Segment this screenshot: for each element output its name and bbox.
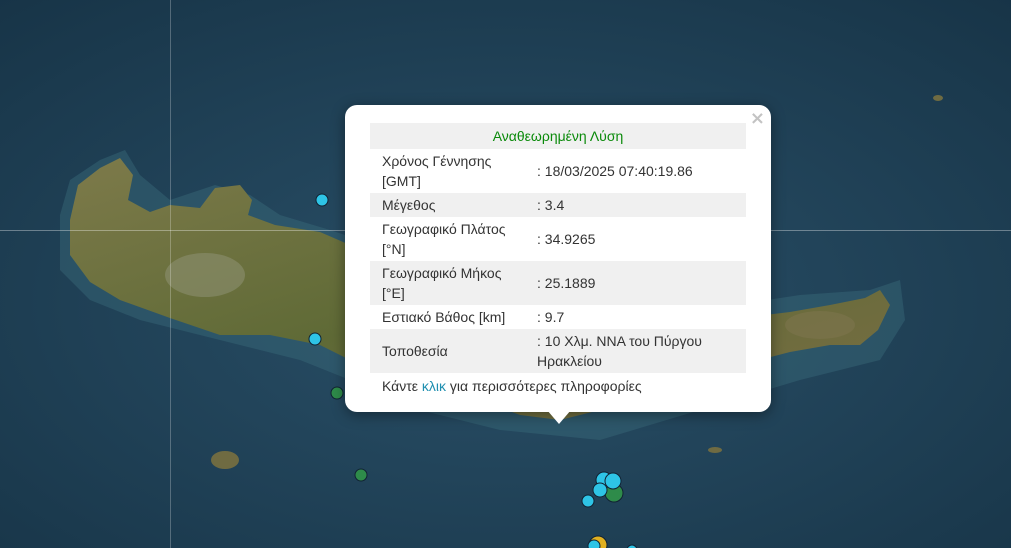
marker-green[interactable]	[354, 468, 368, 482]
latitude-label: Γεωγραφικό Πλάτος [°N]	[382, 221, 506, 257]
row-location: Τοποθεσία : 10 Χλμ. ΝΝΑ του Πύργου Ηρακλ…	[370, 329, 746, 373]
more-info-link[interactable]: κλικ	[422, 378, 446, 394]
crosshair-vertical	[170, 0, 171, 548]
longitude-label: Γεωγραφικό Μήκος [°E]	[370, 261, 525, 305]
marker-cyan[interactable]	[587, 539, 601, 548]
marker-cyan[interactable]	[592, 482, 608, 498]
islet-gavdos	[211, 451, 239, 469]
row-magnitude: Μέγεθος : 3.4	[370, 193, 746, 217]
depth-value: : 9.7	[537, 309, 565, 325]
origin-time-value: : 18/03/2025 07:40:19.86	[537, 163, 693, 179]
longitude-value: : 25.1889	[525, 261, 746, 305]
location-value: : 10 Χλμ. ΝΝΑ του Πύργου Ηρακλείου	[525, 329, 746, 373]
marker-cyan[interactable]	[581, 494, 595, 508]
footer-prefix: Κάντε	[382, 378, 422, 394]
row-latitude: Γεωγραφικό Πλάτος [°N] : 34.9265	[370, 217, 746, 261]
depth-label: Εστιακό Βάθος [km]	[382, 309, 506, 325]
mountain-area-east	[785, 311, 855, 339]
marker-cyan[interactable]	[604, 472, 622, 490]
marker-cyan[interactable]	[308, 332, 322, 346]
row-depth: Εστιακό Βάθος [km] : 9.7	[370, 305, 746, 329]
marker-cyan[interactable]	[315, 193, 329, 207]
row-longitude: Γεωγραφικό Μήκος [°E] : 25.1889	[370, 261, 746, 305]
more-info-text: Κάντε κλικ για περισσότερες πληροφορίες	[370, 373, 746, 399]
close-icon[interactable]: ×	[750, 109, 765, 129]
islet-north	[933, 95, 943, 101]
earthquake-details-table: Αναθεωρημένη Λύση Χρόνος Γέννησης [GMT] …	[370, 123, 746, 373]
popup-title-row: Αναθεωρημένη Λύση	[370, 123, 746, 149]
popup-title: Αναθεωρημένη Λύση	[370, 123, 746, 149]
islet-dia	[708, 447, 722, 453]
magnitude-label: Μέγεθος	[370, 193, 525, 217]
footer-suffix: για περισσότερες πληροφορίες	[446, 378, 642, 394]
latitude-value: : 34.9265	[537, 231, 596, 247]
marker-green[interactable]	[330, 386, 344, 400]
popup-tip	[547, 410, 571, 424]
mountain-area-west	[165, 253, 245, 297]
magnitude-value: : 3.4	[525, 193, 746, 217]
row-origin-time: Χρόνος Γέννησης [GMT] : 18/03/2025 07:40…	[370, 149, 746, 193]
earthquake-popup: × Αναθεωρημένη Λύση Χρόνος Γέννησης [GMT…	[345, 105, 771, 412]
origin-time-label: Χρόνος Γέννησης [GMT]	[382, 153, 492, 189]
location-label: Τοποθεσία	[370, 329, 525, 373]
